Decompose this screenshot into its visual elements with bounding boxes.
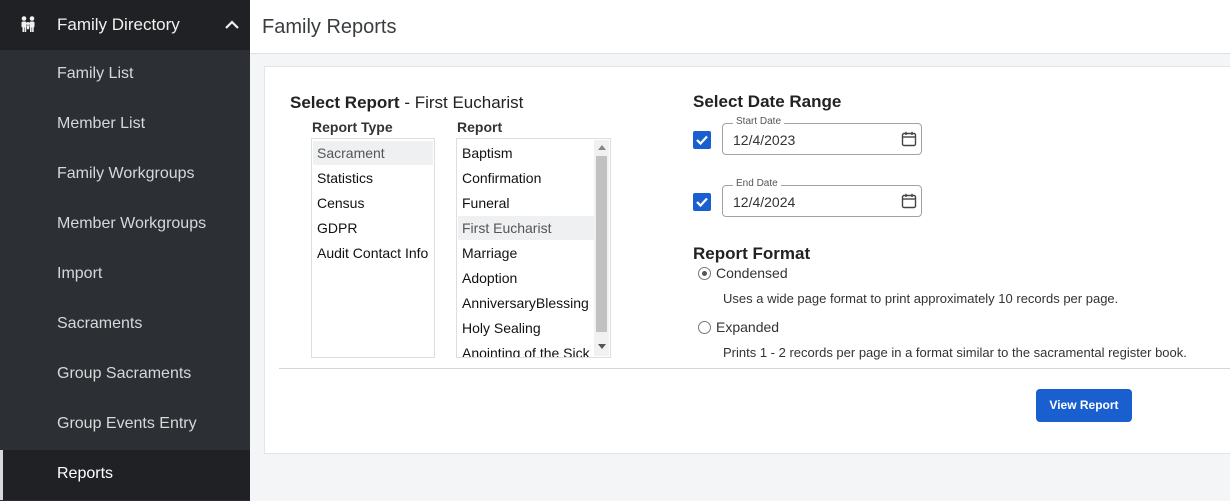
expanded-label[interactable]: Expanded bbox=[716, 319, 779, 335]
report-option-anointing-of-the-sick[interactable]: Anointing of the Sick bbox=[458, 341, 594, 357]
end-date-value[interactable]: 12/4/2024 bbox=[733, 194, 795, 210]
report-option-funeral[interactable]: Funeral bbox=[458, 191, 594, 215]
condensed-radio[interactable] bbox=[698, 267, 711, 280]
report-option-holy-sealing[interactable]: Holy Sealing bbox=[458, 316, 594, 340]
view-report-button[interactable]: View Report bbox=[1036, 389, 1132, 422]
sidebar-item-label: Member Workgroups bbox=[57, 215, 207, 232]
page-header: Family Reports bbox=[250, 0, 1230, 54]
condensed-description: Uses a wide page format to print approxi… bbox=[723, 291, 1119, 306]
sidebar-item-label: Import bbox=[57, 265, 103, 282]
select-report-heading: Select Report bbox=[290, 93, 400, 112]
end-date-legend: End Date bbox=[733, 178, 781, 189]
sidebar-item-sacraments[interactable]: Sacraments bbox=[0, 300, 250, 350]
sidebar-item-label: Family Workgroups bbox=[57, 165, 195, 182]
sidebar-item-reports[interactable]: Reports bbox=[0, 450, 250, 500]
report-label: Report bbox=[457, 119, 503, 135]
report-type-listbox[interactable]: Sacrament Statistics Census GDPR Audit C… bbox=[311, 138, 435, 358]
family-icon bbox=[21, 16, 35, 32]
page-title: Family Reports bbox=[262, 16, 397, 38]
start-date-field[interactable]: Start Date 12/4/2023 bbox=[722, 116, 922, 155]
sidebar-item-label: Group Events Entry bbox=[57, 415, 197, 432]
scrollbar-thumb[interactable] bbox=[596, 156, 607, 332]
report-type-option-sacrament[interactable]: Sacrament bbox=[313, 141, 433, 165]
end-date-checkbox[interactable] bbox=[693, 193, 711, 211]
report-option-baptism[interactable]: Baptism bbox=[458, 141, 594, 165]
report-listbox-scrollbar[interactable] bbox=[594, 140, 609, 356]
report-option-adoption[interactable]: Adoption bbox=[458, 266, 594, 290]
chevron-up-icon[interactable] bbox=[222, 15, 242, 35]
sidebar-item-member-list[interactable]: Member List bbox=[0, 100, 250, 150]
sidebar-item-label: Sacraments bbox=[57, 315, 143, 332]
report-type-option-audit-contact-info[interactable]: Audit Contact Info bbox=[313, 241, 433, 265]
selected-report-name: - First Eucharist bbox=[399, 93, 524, 112]
start-date-value[interactable]: 12/4/2023 bbox=[733, 132, 795, 148]
report-format-title: Report Format bbox=[693, 244, 811, 263]
start-date-legend: Start Date bbox=[733, 116, 785, 127]
check-icon bbox=[696, 135, 708, 146]
select-report-title: Select Report - First Eucharist bbox=[290, 93, 523, 113]
sidebar-item-import[interactable]: Import bbox=[0, 250, 250, 300]
report-option-anniversary-blessing[interactable]: AnniversaryBlessing bbox=[458, 291, 594, 315]
sidebar-header-title: Family Directory bbox=[57, 15, 180, 34]
condensed-label[interactable]: Condensed bbox=[716, 265, 788, 281]
end-date-field[interactable]: End Date 12/4/2024 bbox=[722, 178, 922, 217]
sidebar-item-family-list[interactable]: Family List bbox=[0, 50, 250, 100]
report-option-marriage[interactable]: Marriage bbox=[458, 241, 594, 265]
report-type-option-statistics[interactable]: Statistics bbox=[313, 166, 433, 190]
scroll-up-arrow-icon[interactable] bbox=[598, 145, 606, 150]
report-type-option-gdpr[interactable]: GDPR bbox=[313, 216, 433, 240]
report-type-option-census[interactable]: Census bbox=[313, 191, 433, 215]
sidebar: Family Directory Family List Member List… bbox=[0, 0, 250, 501]
report-listbox[interactable]: Baptism Confirmation Funeral First Eucha… bbox=[456, 138, 611, 358]
sidebar-item-family-workgroups[interactable]: Family Workgroups bbox=[0, 150, 250, 200]
sidebar-item-group-sacraments[interactable]: Group Sacraments bbox=[0, 350, 250, 400]
sidebar-item-label: Member List bbox=[57, 115, 146, 132]
calendar-icon[interactable] bbox=[901, 131, 917, 147]
sidebar-item-group-events-entry[interactable]: Group Events Entry bbox=[0, 400, 250, 450]
divider bbox=[279, 368, 1230, 369]
report-option-first-eucharist[interactable]: First Eucharist bbox=[458, 216, 594, 240]
sidebar-item-label: Family List bbox=[57, 65, 134, 82]
report-option-confirmation[interactable]: Confirmation bbox=[458, 166, 594, 190]
sidebar-item-member-workgroups[interactable]: Member Workgroups bbox=[0, 200, 250, 250]
start-date-checkbox[interactable] bbox=[693, 131, 711, 149]
report-type-label: Report Type bbox=[312, 119, 393, 135]
calendar-icon[interactable] bbox=[901, 193, 917, 209]
sidebar-item-label: Group Sacraments bbox=[57, 365, 192, 382]
sidebar-header-family-directory[interactable]: Family Directory bbox=[0, 0, 250, 50]
sidebar-item-label: Reports bbox=[57, 465, 114, 482]
expanded-description: Prints 1 - 2 records per page in a forma… bbox=[723, 345, 1187, 360]
expanded-radio[interactable] bbox=[698, 321, 711, 334]
date-range-title: Select Date Range bbox=[693, 92, 842, 111]
check-icon bbox=[696, 197, 708, 208]
scroll-down-arrow-icon[interactable] bbox=[598, 344, 606, 349]
